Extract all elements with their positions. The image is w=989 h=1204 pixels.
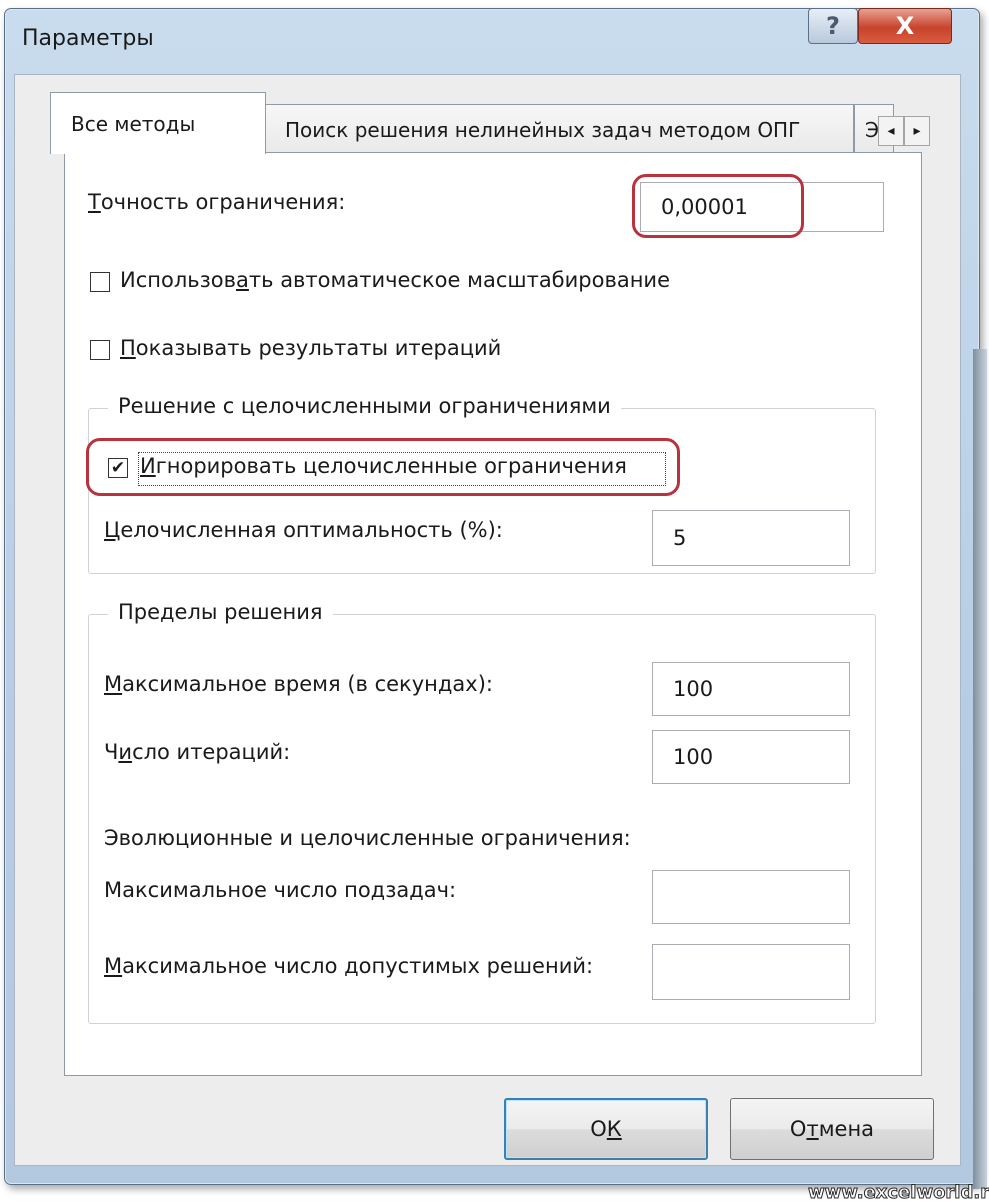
integer-optimality-label: Целочисленная оптимальность (%): xyxy=(104,518,503,542)
max-subproblems-input[interactable] xyxy=(652,870,850,924)
tab-all-methods[interactable]: Все методы xyxy=(50,92,266,154)
cancel-label: О xyxy=(789,1117,807,1141)
tab-label: Э xyxy=(865,117,879,142)
help-button[interactable]: ? xyxy=(808,8,858,44)
tab-strip: Поиск решения нелинейных задач методом О… xyxy=(36,92,936,154)
ok-button[interactable]: ОК xyxy=(504,1098,708,1160)
close-icon: X xyxy=(895,12,915,40)
tab-grg-nonlinear[interactable]: Поиск решения нелинейных задач методом О… xyxy=(264,104,854,154)
show-iterations-label: Показывать результаты итераций xyxy=(120,336,502,360)
max-time-input[interactable]: 100 xyxy=(652,662,850,716)
tab-scroll-right-button[interactable]: ▸ xyxy=(904,116,930,146)
window-edge-shadow xyxy=(973,349,987,1189)
integer-optimality-input[interactable]: 5 xyxy=(652,510,850,566)
close-button[interactable]: X xyxy=(858,8,952,44)
arrow-right-icon: ▸ xyxy=(913,123,921,139)
help-icon: ? xyxy=(826,12,840,40)
limits-group-title: Пределы решения xyxy=(108,600,333,624)
cancel-label-rest: мена xyxy=(818,1117,875,1141)
watermark: www.excelworld.ru xyxy=(808,1182,989,1204)
tab-label: Все методы xyxy=(71,111,196,136)
iterations-input[interactable]: 100 xyxy=(652,730,850,784)
show-iterations-checkbox[interactable] xyxy=(90,340,110,360)
auto-scaling-label: Использовать автоматическое масштабирова… xyxy=(120,268,671,292)
iterations-label: Число итераций: xyxy=(104,740,291,764)
max-feasible-input[interactable] xyxy=(652,944,850,1000)
tab-label: Поиск решения нелинейных задач методом О… xyxy=(285,117,801,142)
integer-group-title: Решение с целочисленными ограничениями xyxy=(108,394,621,418)
ok-label: О xyxy=(590,1117,607,1141)
cancel-label-accel: т xyxy=(806,1117,819,1141)
max-feasible-label: Максимальное число допустимых решений: xyxy=(104,954,594,978)
tab-scroll-left-button[interactable]: ◂ xyxy=(878,116,904,146)
constraint-precision-label: Точность ограничения: xyxy=(88,190,346,214)
arrow-left-icon: ◂ xyxy=(887,123,895,139)
highlight-ignore-integer xyxy=(86,438,680,496)
max-subproblems-label: Максимальное число подзадач: xyxy=(104,878,457,902)
highlight-precision xyxy=(632,174,804,238)
window-title: Параметры xyxy=(22,26,154,51)
max-time-label: Максимальное время (в секундах): xyxy=(104,672,493,696)
ok-label-accel: К xyxy=(606,1117,622,1141)
auto-scaling-checkbox[interactable] xyxy=(90,272,110,292)
cancel-button[interactable]: От мена xyxy=(730,1098,934,1160)
evolutionary-section-label: Эволюционные и целочисленные ограничения… xyxy=(104,826,631,850)
